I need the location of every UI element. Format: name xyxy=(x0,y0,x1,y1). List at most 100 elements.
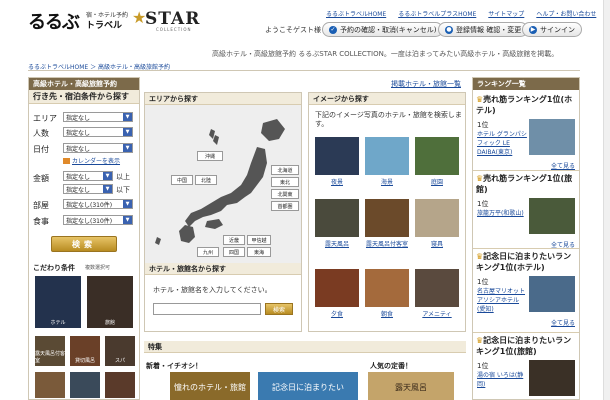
calendar-link[interactable]: カレンダーを表示 xyxy=(63,156,120,165)
kodawari-hotel[interactable]: ホテル xyxy=(35,276,81,328)
price-max-select[interactable]: 指定なし ▼ xyxy=(63,184,113,194)
logo-rurubu[interactable]: るるぶ xyxy=(28,8,80,34)
region-shikoku[interactable]: 四国 xyxy=(223,247,245,257)
kodawari-ryokan[interactable]: 旅館 xyxy=(87,276,133,328)
image-night-view[interactable]: 夜景 xyxy=(315,137,359,186)
link-rurubu-home[interactable]: るるぶトラベルHOME xyxy=(326,9,386,18)
user-icon: ● xyxy=(445,25,453,34)
kodawari-roten-room[interactable]: 露天風呂付客室 xyxy=(35,336,65,366)
region-hokuriku[interactable]: 北陸 xyxy=(195,175,217,185)
ranking-see-all[interactable]: 全て見る xyxy=(551,318,575,327)
price-min-select[interactable]: 指定なし ▼ xyxy=(63,171,113,181)
ranking-item-title-text: 記念日に泊まりたいランキング1位(ホテル) xyxy=(476,252,572,272)
region-okinawa[interactable]: 沖縄 xyxy=(197,151,223,161)
image-sea-view[interactable]: 海景 xyxy=(365,137,409,186)
ranking-item-title: ♛売れ筋ランキング1位(旅館) xyxy=(473,171,579,195)
region-kinki[interactable]: 近畿 xyxy=(223,235,245,245)
feature-popular-label: 人気の定番！ xyxy=(370,362,412,370)
price-label: 金額 xyxy=(33,174,49,183)
image-label: 露天風呂 xyxy=(324,241,349,248)
image-open-air-bath[interactable]: 露天風呂 xyxy=(315,199,359,248)
date-select[interactable]: 指定なし ▼ xyxy=(63,143,133,153)
ranking-item: ♛記念日に泊まりたいランキング1位(旅館) 1位 湯の宿 いろは(静岡) xyxy=(473,332,579,400)
region-koshinetsu[interactable]: 甲信越 xyxy=(247,235,271,245)
room-select[interactable]: 指定なし(310件) ▼ xyxy=(63,199,133,209)
region-kitakanto[interactable]: 北関東 xyxy=(271,189,299,199)
name-search-button[interactable]: 検索 xyxy=(265,303,293,315)
feature-banner-rotenburo[interactable]: 露天風呂 xyxy=(368,372,454,400)
search-button[interactable]: 検索 xyxy=(51,236,117,252)
kodawari-private-bath[interactable]: 貸切風呂 xyxy=(70,336,100,366)
hotel-list-link[interactable]: 掲載ホテル・旅館一覧 xyxy=(391,80,461,88)
search-panel-title: 高級ホテル・高級旅館予約 xyxy=(29,78,139,90)
chevron-down-icon: ▼ xyxy=(123,128,132,136)
calendar-link-label: カレンダーを表示 xyxy=(72,158,121,165)
area-search-panel: エリアから探す 沖縄 中国 北陸 北海道 東北 北関東 首都圏 近畿 甲信越 九… xyxy=(144,92,302,332)
price-above: 以上 xyxy=(116,173,130,181)
feature-banner-luxury[interactable]: 憧れのホテル・旅館 xyxy=(170,372,250,400)
kodawari-thumb[interactable] xyxy=(35,372,65,398)
ranking-hotel-link[interactable]: 旅籠万平(和歌山) xyxy=(477,209,527,218)
feature-banner-anniversary[interactable]: 記念日に泊まりたい xyxy=(258,372,358,400)
ranking-hotel-photo[interactable] xyxy=(529,276,575,312)
brand-star[interactable]: STAR xyxy=(145,9,200,29)
image-garden[interactable]: 庭園 xyxy=(415,137,459,186)
ranking-hotel-link[interactable]: ホテル グランパシフィック LE DAIBA(東京) xyxy=(477,130,527,157)
image-label: 寝具 xyxy=(430,241,443,248)
ranking-item-title: ♛記念日に泊まりたいランキング1位(旅館) xyxy=(473,333,579,357)
region-shutoken[interactable]: 首都圏 xyxy=(271,201,299,211)
reservation-button[interactable]: ✓ 予約の確認・取消(キャンセル) xyxy=(322,22,444,37)
logo-sub-big: トラベル xyxy=(86,21,123,31)
kodawari-thumb[interactable] xyxy=(105,372,135,398)
image-bedding[interactable]: 寝具 xyxy=(415,199,459,248)
area-select[interactable]: 指定なし ▼ xyxy=(63,112,133,122)
image-label: 夕食 xyxy=(330,311,343,318)
region-hokkaido[interactable]: 北海道 xyxy=(271,165,299,175)
ranking-item-title-text: 売れ筋ランキング1位(旅館) xyxy=(476,174,573,194)
link-sitemap[interactable]: サイトマップ xyxy=(488,9,524,18)
signin-button[interactable]: ▶ サインイン xyxy=(522,22,582,37)
people-select[interactable]: 指定なし ▼ xyxy=(63,127,133,137)
date-label: 日付 xyxy=(33,145,49,154)
ranking-hotel-photo[interactable] xyxy=(529,198,575,234)
ranking-hotel-link[interactable]: 名古屋マリオットアソシアホテル(愛知) xyxy=(477,287,527,314)
ranking-hotel-photo[interactable] xyxy=(529,119,575,155)
image-search-title: イメージから探す xyxy=(309,93,465,105)
ranking-item: ♛売れ筋ランキング1位(旅館) 1位 旅籠万平(和歌山) 全て見る xyxy=(473,170,579,251)
ranking-hotel-photo[interactable] xyxy=(529,360,575,396)
image-label: 海景 xyxy=(380,179,393,186)
region-kyushu[interactable]: 九州 xyxy=(197,247,219,257)
night-view-photo xyxy=(315,137,359,175)
top-links: るるぶトラベルHOME るるぶトラベルプラスHOME サイトマップ ヘルプ・お問… xyxy=(326,9,596,18)
ranking-position: 1位 xyxy=(477,278,489,286)
ranking-panel: ランキング一覧 ♛売れ筋ランキング1位(ホテル) 1位 ホテル グランパシフィッ… xyxy=(472,77,580,400)
bedding-photo xyxy=(415,199,459,237)
image-breakfast[interactable]: 朝食 xyxy=(365,269,409,318)
breakfast-photo xyxy=(365,269,409,307)
link-help[interactable]: ヘルプ・お問い合わせ xyxy=(536,9,596,18)
link-rurubu-plus-home[interactable]: るるぶトラベルプラスHOME xyxy=(398,9,476,18)
image-amenity[interactable]: アメニティ xyxy=(415,269,459,318)
open-air-bath-photo xyxy=(315,199,359,237)
amenity-photo xyxy=(415,269,459,307)
kodawari-spa[interactable]: スパ xyxy=(105,336,135,366)
ranking-hotel-link[interactable]: 湯の宿 いろは(静岡) xyxy=(477,371,527,389)
kodawari-title: こだわり条件 xyxy=(33,264,75,272)
hotel-name-input[interactable] xyxy=(153,303,261,315)
scrollbar[interactable] xyxy=(603,0,610,400)
image-dinner[interactable]: 夕食 xyxy=(315,269,359,318)
image-room-bath[interactable]: 露天風呂付客室 xyxy=(365,199,409,248)
register-button[interactable]: ● 登録情報 確認・変更 xyxy=(438,22,529,37)
region-tokai[interactable]: 東海 xyxy=(247,247,271,257)
people-select-value: 指定なし xyxy=(66,129,91,137)
region-chugoku[interactable]: 中国 xyxy=(171,175,193,185)
ranking-see-all[interactable]: 全て見る xyxy=(551,161,575,170)
kodawari-thumb[interactable] xyxy=(70,372,100,398)
japan-map[interactable]: 沖縄 中国 北陸 北海道 東北 北関東 首都圏 近畿 甲信越 九州 四国 東海 xyxy=(145,105,301,263)
calendar-icon xyxy=(63,157,70,164)
region-tohoku[interactable]: 東北 xyxy=(271,177,299,187)
date-select-value: 指定なし xyxy=(66,145,91,153)
meal-select[interactable]: 指定なし(310件) ▼ xyxy=(63,215,133,225)
ranking-item: ♛売れ筋ランキング1位(ホテル) 1位 ホテル グランパシフィック LE DAI… xyxy=(473,92,579,172)
welcome-text: ようこそゲスト様 xyxy=(265,26,321,34)
